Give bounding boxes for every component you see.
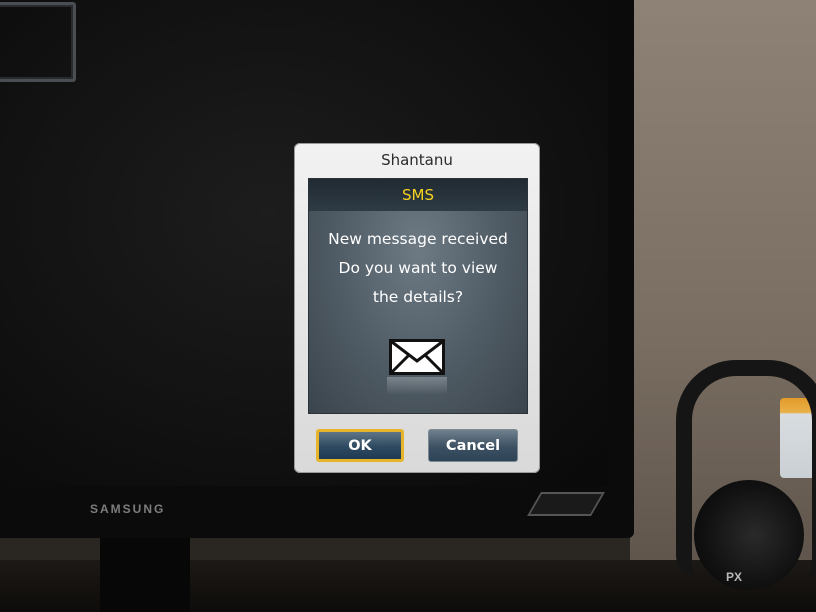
ok-button[interactable]: OK xyxy=(316,429,404,462)
tv-stand xyxy=(100,538,190,612)
message-panel: SMS New message received Do you want to … xyxy=(308,178,528,414)
panel-header-label: SMS xyxy=(402,186,434,204)
screen-reflection-frame xyxy=(0,2,76,82)
envelope-reflection xyxy=(387,377,447,395)
panel-header: SMS xyxy=(309,179,527,211)
envelope-icon xyxy=(387,337,447,377)
tv-brand-logo: SAMSUNG xyxy=(90,502,166,516)
headset-logo: PX xyxy=(726,570,743,584)
message-line-2: Do you want to view xyxy=(338,259,498,277)
message-line-1: New message received xyxy=(328,230,508,248)
sms-dialog: Shantanu SMS New message received Do you… xyxy=(294,143,540,473)
message-line-3: the details? xyxy=(372,288,464,306)
cancel-button[interactable]: Cancel xyxy=(428,429,518,462)
dialog-title: Shantanu xyxy=(381,151,453,169)
headset-earcup xyxy=(694,480,804,590)
